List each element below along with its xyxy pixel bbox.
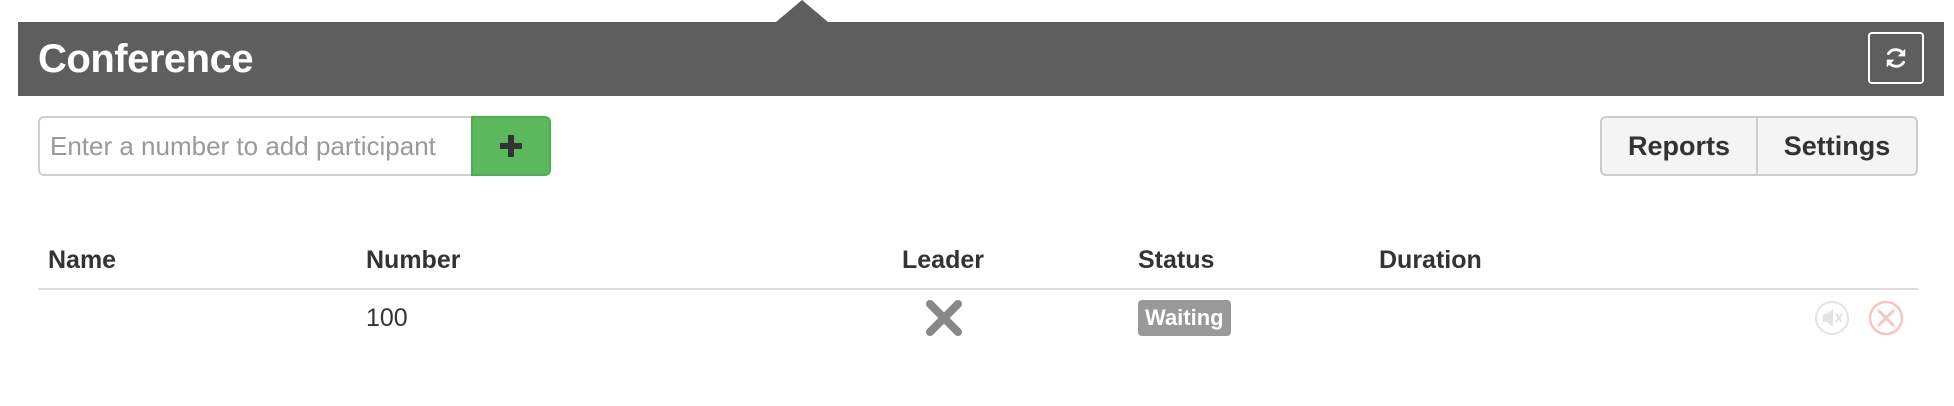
page-title: Conference bbox=[38, 37, 254, 81]
popover-caret bbox=[776, 0, 828, 22]
refresh-icon bbox=[1886, 48, 1906, 68]
remove-participant-button[interactable] bbox=[1868, 300, 1904, 336]
table-header: Name Number Leader Status Duration bbox=[38, 240, 1918, 290]
status-badge: Waiting bbox=[1138, 300, 1231, 336]
reports-button[interactable]: Reports bbox=[1600, 116, 1758, 176]
refresh-button[interactable] bbox=[1868, 32, 1924, 84]
add-participant-group bbox=[38, 116, 551, 176]
mute-button[interactable] bbox=[1814, 300, 1850, 336]
table-row: 100 Waiting bbox=[38, 290, 1918, 350]
leader-x-icon[interactable] bbox=[924, 298, 964, 343]
conference-actions: Reports Settings bbox=[1600, 116, 1918, 176]
add-participant-button[interactable] bbox=[471, 116, 551, 176]
column-header-status: Status bbox=[1138, 246, 1215, 274]
participants-table: Name Number Leader Status Duration 100 W… bbox=[38, 240, 1918, 350]
column-header-number: Number bbox=[366, 246, 461, 274]
remove-circle-icon bbox=[1868, 300, 1904, 336]
settings-button[interactable]: Settings bbox=[1758, 116, 1918, 176]
column-header-duration: Duration bbox=[1379, 246, 1482, 274]
conference-header: Conference bbox=[18, 22, 1944, 96]
speaker-mute-icon bbox=[1815, 301, 1849, 335]
add-participant-input[interactable] bbox=[38, 116, 471, 176]
column-header-leader: Leader bbox=[902, 246, 984, 274]
participant-number: 100 bbox=[366, 304, 408, 332]
column-header-name: Name bbox=[48, 246, 117, 274]
plus-icon bbox=[500, 135, 522, 157]
